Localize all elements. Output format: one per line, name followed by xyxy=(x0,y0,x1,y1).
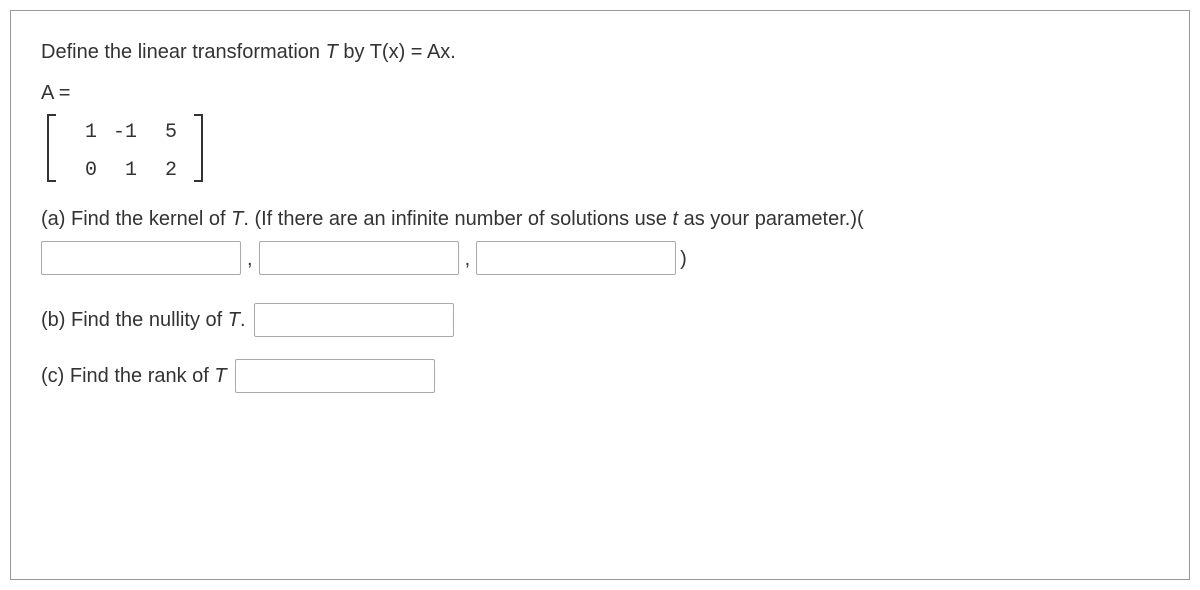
part-c: (c) Find the rank of T xyxy=(41,359,1159,393)
part-a-T: T xyxy=(231,208,243,230)
prompt-text: Define the linear transformation T by T(… xyxy=(41,41,1159,64)
open-paren: ( xyxy=(857,208,864,230)
rank-input[interactable] xyxy=(235,359,435,393)
kernel-input-3[interactable] xyxy=(476,241,676,275)
prompt-eq-rhs: Ax xyxy=(427,41,450,63)
part-a-label: (a) Find the kernel of xyxy=(41,208,231,230)
bracket-left-icon xyxy=(45,113,59,190)
matrix-label: A = xyxy=(41,82,1159,105)
matrix-cell: -1 xyxy=(113,114,137,152)
matrix-body: 1 -1 5 0 1 2 xyxy=(59,114,191,190)
prompt-prefix: Define the linear transformation xyxy=(41,41,326,63)
part-c-label: (c) Find the rank of T xyxy=(41,365,227,388)
matrix-cell: 1 xyxy=(113,152,137,190)
matrix-cell: 5 xyxy=(153,114,177,152)
close-paren: ) xyxy=(680,248,687,275)
part-b-label: (b) Find the nullity of T. xyxy=(41,309,246,332)
comma: , xyxy=(465,248,471,275)
prompt-T: T xyxy=(326,41,338,63)
nullity-input[interactable] xyxy=(254,303,454,337)
matrix-cell: 1 xyxy=(73,114,97,152)
part-a-period: . xyxy=(243,208,254,230)
matrix-A: A xyxy=(41,82,53,104)
prompt-period: . xyxy=(450,41,456,63)
matrix-cell: 2 xyxy=(153,152,177,190)
comma: , xyxy=(247,248,253,275)
matrix-row: 1 -1 5 xyxy=(73,114,177,152)
prompt-eq-lhs: T(x) xyxy=(370,41,406,63)
prompt-mid: by xyxy=(338,41,370,63)
bracket-right-icon xyxy=(191,113,205,190)
part-a-text: (a) Find the kernel of T. (If there are … xyxy=(41,208,1159,231)
part-a-hint2: as your parameter.) xyxy=(678,208,857,230)
part-b: (b) Find the nullity of T. xyxy=(41,303,1159,337)
matrix-row: 0 1 2 xyxy=(73,152,177,190)
prompt-equals: = xyxy=(405,41,427,63)
matrix-cell: 0 xyxy=(73,152,97,190)
matrix-eq: = xyxy=(53,82,70,104)
matrix: 1 -1 5 0 1 2 xyxy=(45,113,205,190)
kernel-input-1[interactable] xyxy=(41,241,241,275)
part-a-hint: (If there are an infinite number of solu… xyxy=(254,208,672,230)
part-a-inputs: , , ) xyxy=(41,241,1159,275)
kernel-input-2[interactable] xyxy=(259,241,459,275)
question-container: Define the linear transformation T by T(… xyxy=(10,10,1190,580)
